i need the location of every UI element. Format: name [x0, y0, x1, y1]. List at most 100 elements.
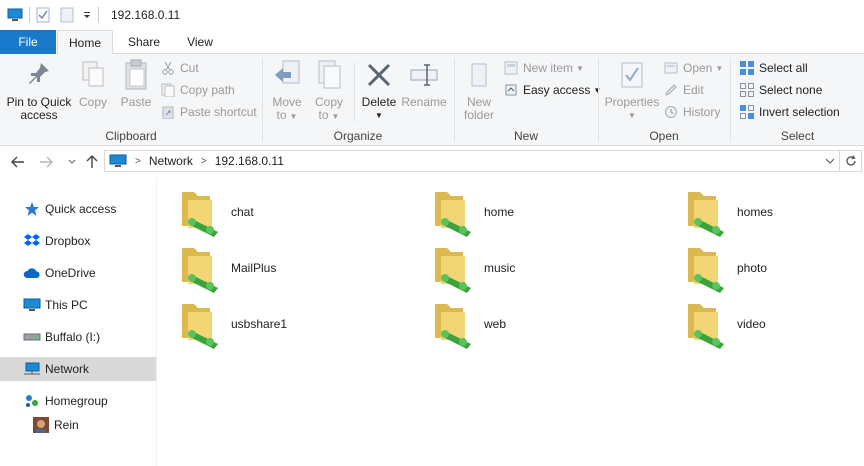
nav-item-label: Quick access: [45, 202, 117, 216]
dropbox-icon: [23, 232, 41, 250]
easy-access-label: Easy access: [523, 83, 591, 97]
nav-item-buffalo-drive[interactable]: Buffalo (I:): [0, 325, 156, 349]
invert-selection-button[interactable]: Invert selection: [739, 102, 840, 122]
new-folder-label-line2: folder: [463, 108, 495, 122]
nav-item-label: Homegroup: [45, 394, 108, 408]
title-bar: 192.168.0.11: [0, 0, 864, 30]
nav-item-this-pc[interactable]: This PC: [0, 293, 156, 317]
shared-folder-icon: [182, 192, 218, 237]
paste-shortcut-button[interactable]: Paste shortcut: [160, 102, 257, 122]
select-none-icon: [739, 82, 755, 98]
customize-quick-access-icon[interactable]: [82, 0, 92, 30]
share-name: homes: [737, 205, 774, 219]
open-icon: [663, 60, 679, 76]
delete-dropdown-icon[interactable]: ▼: [359, 109, 399, 122]
breadcrumb-network[interactable]: Network: [149, 154, 193, 168]
scissors-icon: [160, 60, 176, 76]
new-folder-icon: [459, 58, 499, 92]
open-group: Properties ▼ Open ▼ Edit History Open: [599, 54, 729, 146]
new-item-icon: [503, 60, 519, 76]
nav-item-label: Buffalo (I:): [45, 330, 101, 344]
copy-to-label-line2: to ▼: [318, 108, 340, 122]
invert-selection-label: Invert selection: [759, 105, 840, 119]
shared-folder-icon: [435, 304, 471, 349]
copy-to-button[interactable]: Copy to ▼: [311, 58, 347, 123]
new-item-button[interactable]: New item ▼: [503, 58, 584, 78]
recent-locations-chevron-icon[interactable]: [62, 152, 82, 172]
forward-arrow-icon[interactable]: [36, 152, 56, 172]
nav-item-onedrive[interactable]: OneDrive: [0, 261, 156, 285]
organize-group-label: Organize: [333, 129, 383, 143]
network-share-item[interactable]: web: [411, 298, 651, 350]
select-group-label: Select: [780, 129, 815, 143]
tab-file[interactable]: File: [0, 30, 56, 54]
pin-to-quick-access-button[interactable]: Pin to Quick access: [4, 58, 74, 122]
breadcrumb-chevron-icon[interactable]: >: [201, 156, 207, 167]
copy-path-label: Copy path: [180, 83, 235, 97]
paste-button[interactable]: Paste: [116, 58, 156, 109]
nav-item-homegroup[interactable]: Homegroup: [0, 389, 156, 413]
properties-quick-icon[interactable]: [36, 0, 50, 30]
network-share-item[interactable]: video: [664, 298, 864, 350]
breadcrumb-host[interactable]: 192.168.0.11: [215, 154, 284, 168]
tab-view[interactable]: View: [172, 30, 228, 54]
delete-button[interactable]: Delete ▼: [359, 58, 399, 122]
shared-folder-icon: [182, 248, 218, 293]
network-share-item[interactable]: home: [411, 186, 651, 238]
ribbon: Pin to Quick access Copy Paste Cut Copy …: [0, 54, 864, 146]
rename-icon: [401, 58, 447, 92]
properties-label: Properties: [604, 95, 660, 109]
cut-button[interactable]: Cut: [160, 58, 199, 78]
select-all-icon: [739, 60, 755, 76]
select-group: Select all Select none Invert selection …: [731, 54, 864, 146]
network-share-item[interactable]: homes: [664, 186, 864, 238]
back-arrow-icon[interactable]: [8, 152, 28, 172]
refresh-icon[interactable]: [840, 150, 862, 172]
network-share-item[interactable]: usbshare1: [158, 298, 398, 350]
nav-item-label: Dropbox: [45, 234, 91, 248]
window-computer-icon[interactable]: [7, 0, 23, 30]
shared-folder-icon: [688, 248, 724, 293]
address-dropdown-icon[interactable]: [825, 158, 835, 164]
properties-button[interactable]: Properties ▼: [603, 58, 661, 122]
edit-label: Edit: [683, 83, 704, 97]
tab-home[interactable]: Home: [57, 30, 113, 55]
ribbon-tabs: File Home Share View: [0, 30, 864, 55]
select-all-button[interactable]: Select all: [739, 58, 808, 78]
tab-share[interactable]: Share: [116, 30, 172, 54]
network-share-item[interactable]: music: [411, 242, 651, 294]
new-folder-button[interactable]: New folder: [459, 58, 499, 122]
nav-item-dropbox[interactable]: Dropbox: [0, 229, 156, 253]
quick-access-separator: [29, 7, 30, 23]
copy-path-icon: [160, 82, 176, 98]
history-button[interactable]: History: [663, 102, 720, 122]
computer-icon: [23, 296, 41, 314]
rename-button[interactable]: Rename: [401, 58, 447, 109]
address-bar[interactable]: > Network > 192.168.0.11: [104, 150, 840, 172]
network-share-item[interactable]: chat: [158, 186, 398, 238]
network-share-item[interactable]: photo: [664, 242, 864, 294]
move-to-label: Move: [272, 95, 302, 109]
new-folder-quick-icon[interactable]: [60, 0, 74, 30]
nav-item-quick-access[interactable]: Quick access: [0, 197, 156, 221]
copy-button[interactable]: Copy: [76, 58, 110, 109]
properties-dropdown-icon[interactable]: ▼: [603, 109, 661, 122]
nav-item-label: Rein: [54, 418, 79, 432]
copy-path-button[interactable]: Copy path: [160, 80, 235, 100]
nav-item-network[interactable]: Network: [0, 357, 156, 381]
clipboard-group: Pin to Quick access Copy Paste Cut Copy …: [0, 54, 262, 146]
edit-button[interactable]: Edit: [663, 80, 704, 100]
easy-access-button[interactable]: Easy access▼: [503, 80, 601, 100]
breadcrumb-chevron-icon[interactable]: >: [135, 156, 141, 167]
invert-selection-icon: [739, 104, 755, 120]
move-to-button[interactable]: Move to ▼: [269, 58, 305, 123]
open-button[interactable]: Open ▼: [663, 58, 723, 78]
open-dropdown-icon: ▼: [715, 63, 724, 73]
up-arrow-icon[interactable]: [82, 152, 102, 172]
shared-folder-icon: [435, 192, 471, 237]
network-share-item[interactable]: MailPlus: [158, 242, 398, 294]
nav-item-rein[interactable]: Rein: [0, 413, 156, 437]
easy-access-icon: [503, 82, 519, 98]
select-none-button[interactable]: Select none: [739, 80, 822, 100]
share-name: music: [484, 261, 516, 275]
